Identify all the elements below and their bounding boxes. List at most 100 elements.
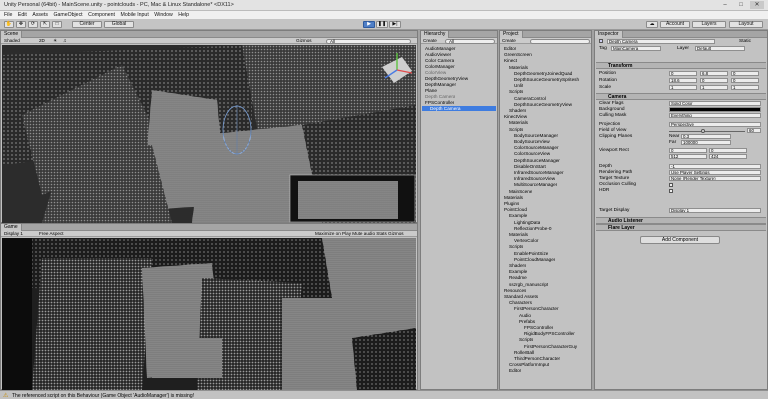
hierarchy-item-depth-camera-disabled[interactable]: Depth Camera xyxy=(425,94,455,99)
lighting-toggle-icon[interactable]: ☀ xyxy=(53,38,57,44)
project-item[interactable]: CameraControl xyxy=(514,96,546,101)
background-color-swatch[interactable] xyxy=(669,107,761,112)
project-item[interactable]: Example xyxy=(509,213,527,218)
rect-tool-icon[interactable]: □ xyxy=(52,21,62,28)
rotation-z-field[interactable]: 0 xyxy=(731,78,759,83)
project-item[interactable]: GreenScreen xyxy=(504,52,532,57)
culling-mask-dropdown[interactable]: Everything xyxy=(669,113,761,118)
camera-header[interactable]: Camera xyxy=(596,93,766,100)
menu-file[interactable]: File xyxy=(4,11,12,19)
project-search-input[interactable] xyxy=(530,38,590,44)
project-item[interactable]: Plugins xyxy=(504,201,519,206)
project-item[interactable]: DepthGeometryJoinedQuad xyxy=(514,71,572,76)
static-toggle[interactable]: Static xyxy=(739,39,751,45)
hierarchy-item-depth-camera-selected[interactable]: Depth Camera xyxy=(422,106,496,112)
hierarchy-item-plane[interactable]: Plane xyxy=(425,88,437,93)
hierarchy-create-dropdown[interactable]: Create xyxy=(423,38,437,44)
close-icon[interactable]: ✕ xyxy=(750,1,764,9)
position-y-field[interactable]: 6.8 xyxy=(700,71,728,76)
menu-edit[interactable]: Edit xyxy=(18,11,27,19)
fov-slider-handle[interactable] xyxy=(701,129,705,133)
project-item[interactable]: EnablePointSize xyxy=(514,251,548,256)
menu-window[interactable]: Window xyxy=(154,11,172,19)
project-item[interactable]: DisableOnStart xyxy=(514,164,546,169)
gizmos-dropdown[interactable]: Gizmos xyxy=(296,38,312,44)
near-field[interactable]: 0.3 xyxy=(681,134,731,139)
project-item[interactable]: FPSController xyxy=(524,325,553,330)
project-item[interactable]: ReflectionProbe-0 xyxy=(514,226,552,231)
target-display-dropdown[interactable]: Display 1 xyxy=(669,208,761,213)
transform-header[interactable]: Transform xyxy=(596,62,766,69)
hierarchy-item-color-camera[interactable]: Color Camera xyxy=(425,58,454,63)
hierarchy-item-depthgeometryview[interactable]: DepthGeometryView xyxy=(425,76,468,81)
rotation-y-field[interactable]: 0 xyxy=(700,78,728,83)
project-item[interactable]: Example xyxy=(509,269,527,274)
aspect-dropdown[interactable]: Free Aspect xyxy=(39,231,64,237)
layout-dropdown[interactable]: Layout xyxy=(729,21,763,28)
project-item[interactable]: Standard Assets xyxy=(504,294,538,299)
project-item[interactable]: ThirdPersonCharacter xyxy=(514,356,560,361)
project-item[interactable]: Materials xyxy=(504,195,523,200)
minimize-icon[interactable]: – xyxy=(718,1,732,9)
cloud-icon[interactable]: ☁ xyxy=(646,21,658,28)
scene-viewport[interactable] xyxy=(2,45,416,223)
projection-dropdown[interactable]: Perspective xyxy=(669,122,761,127)
project-item[interactable]: Prefabs xyxy=(519,319,535,324)
hierarchy-item-depthmanager[interactable]: DepthManager xyxy=(425,82,456,87)
tab-scene[interactable]: Scene xyxy=(1,31,23,38)
hdr-checkbox[interactable] xyxy=(669,189,673,193)
project-item[interactable]: DepthSourceGeometryView xyxy=(514,102,572,107)
move-tool-icon[interactable]: ✥ xyxy=(16,21,26,28)
project-item[interactable]: DepthSourceGeometrySpritesh xyxy=(514,77,579,82)
menu-mobile-input[interactable]: Mobile Input xyxy=(121,11,149,19)
project-item[interactable]: Shaders xyxy=(509,108,526,113)
project-item[interactable]: Scripts xyxy=(509,244,523,249)
project-item[interactable]: Scripts xyxy=(509,89,523,94)
hierarchy-item-audiomanager[interactable]: AudioManager xyxy=(425,46,456,51)
rotate-tool-icon[interactable]: ⟳ xyxy=(28,21,38,28)
display-dropdown[interactable]: Display 1 xyxy=(4,231,23,237)
menu-help[interactable]: Help xyxy=(178,11,189,19)
viewport-y-field[interactable]: 0 xyxy=(709,148,747,153)
game-view-toggles[interactable]: Maximize on Play Mute audio Stats Gizmos xyxy=(315,231,404,237)
layer-dropdown[interactable]: Default xyxy=(695,46,745,51)
project-item[interactable]: DepthSourceManager xyxy=(514,158,560,163)
mode-2d-toggle[interactable]: 2D xyxy=(39,38,45,44)
status-message[interactable]: The referenced script on this Behaviour … xyxy=(12,393,194,399)
step-icon[interactable]: ▶| xyxy=(389,21,401,28)
project-item[interactable]: sszrgb_manuscript xyxy=(509,282,548,287)
project-item[interactable]: MultiSourceManager xyxy=(514,182,557,187)
hierarchy-item-fpscontroller[interactable]: FPSController xyxy=(425,100,454,105)
project-item[interactable]: BodySourceManager xyxy=(514,133,558,138)
project-item[interactable]: Materials xyxy=(509,232,528,237)
scale-x-field[interactable]: 1 xyxy=(669,85,697,90)
project-item[interactable]: InfraredSourceManager xyxy=(514,170,564,175)
play-icon[interactable]: ▶ xyxy=(363,21,375,28)
project-item[interactable]: Materials xyxy=(509,65,528,70)
occlusion-checkbox[interactable] xyxy=(669,183,673,187)
menu-assets[interactable]: Assets xyxy=(32,11,48,19)
tab-inspector[interactable]: Inspector xyxy=(595,31,623,38)
project-item[interactable]: Editor xyxy=(504,46,516,51)
tag-dropdown[interactable]: MainCamera xyxy=(611,46,661,51)
far-field[interactable]: 100000 xyxy=(681,140,731,145)
target-texture-field[interactable]: None (Render Texture) xyxy=(669,176,761,181)
project-item[interactable]: Unlit xyxy=(514,83,523,88)
menu-component[interactable]: Component xyxy=(88,11,115,19)
hierarchy-item-audioviewer[interactable]: AudioViewer xyxy=(425,52,451,57)
hierarchy-item-colormanager[interactable]: ColorManager xyxy=(425,64,455,69)
account-dropdown[interactable]: Account xyxy=(660,21,690,28)
project-item[interactable]: PointCloudManager xyxy=(514,257,555,262)
shading-mode-dropdown[interactable]: Shaded xyxy=(4,38,20,44)
viewport-w-field[interactable]: 512 xyxy=(669,154,707,159)
pause-icon[interactable]: ❚❚ xyxy=(376,21,388,28)
project-item[interactable]: Kinect xyxy=(504,58,517,63)
project-item[interactable]: PointCloud xyxy=(504,207,527,212)
clear-flags-dropdown[interactable]: Solid Color xyxy=(669,101,761,106)
pivot-center-button[interactable]: Center xyxy=(72,21,102,28)
project-item[interactable]: RigidBodyFPSController xyxy=(524,331,575,336)
scale-y-field[interactable]: 1 xyxy=(700,85,728,90)
fov-slider-track[interactable] xyxy=(669,131,745,132)
project-item[interactable]: BodySourceView xyxy=(514,139,550,144)
audio-listener-header[interactable]: Audio Listener xyxy=(596,217,766,224)
